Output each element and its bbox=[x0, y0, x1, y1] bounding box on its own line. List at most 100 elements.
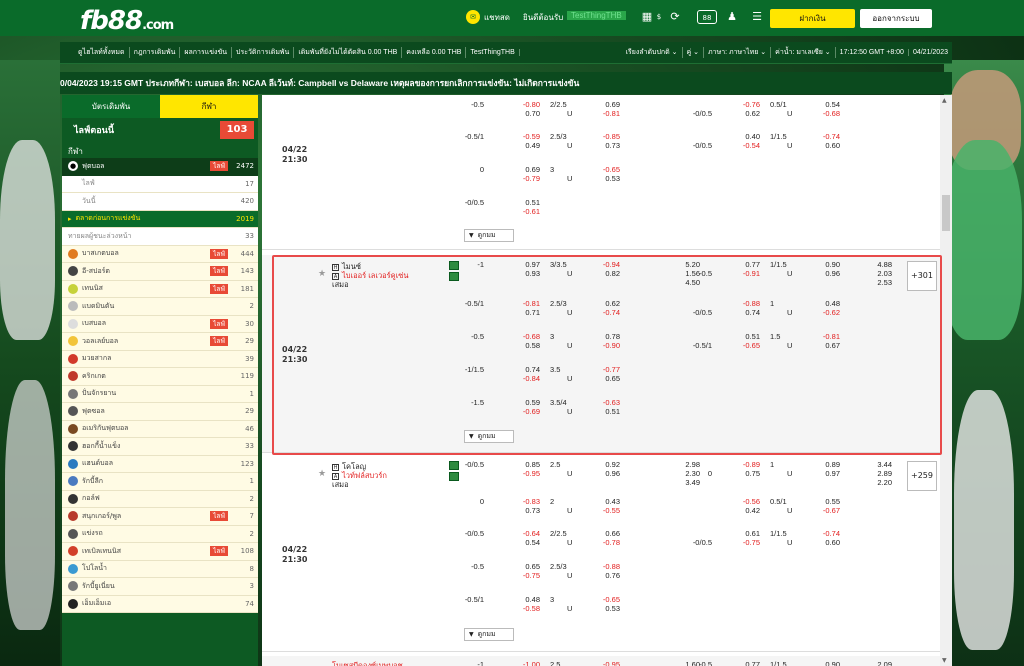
balance-icon[interactable]: $ bbox=[652, 10, 666, 24]
odds-home[interactable]: 0.69 bbox=[512, 165, 540, 174]
odds-away[interactable]: -0.95 bbox=[512, 469, 540, 478]
more-markets-button[interactable]: ▼ ดูกมม bbox=[464, 430, 514, 443]
odds-over[interactable]: -0.63 bbox=[592, 398, 620, 407]
odds-home[interactable]: -0.83 bbox=[512, 497, 540, 506]
half-odds-away[interactable]: -0.65 bbox=[732, 341, 760, 350]
live-now-row[interactable]: ไลฟ์ตอนนี้ 103 bbox=[62, 118, 258, 142]
tab-betslip[interactable]: บัตรเดิมพัน bbox=[62, 95, 160, 118]
sidebar-item-sport[interactable]: เบสบอล ไลฟ์ 30 bbox=[62, 315, 258, 333]
odds-away[interactable]: 0.54 bbox=[512, 538, 540, 547]
odds-over[interactable]: -0.85 bbox=[592, 132, 620, 141]
sidebar-item-sport[interactable]: แฮนด์บอล 123 bbox=[62, 455, 258, 473]
site-logo[interactable]: fb88.com bbox=[80, 6, 174, 36]
odds-1x2[interactable]: 4.88 bbox=[864, 260, 892, 269]
sidebar-item-sport[interactable]: เทนนิส ไลฟ์ 181 bbox=[62, 280, 258, 298]
odds-1x2[interactable]: 1.56 bbox=[672, 269, 700, 278]
odds-home[interactable]: 0.85 bbox=[512, 460, 540, 469]
odds-under[interactable]: 0.53 bbox=[592, 604, 620, 613]
odds-format-dropdown[interactable]: ค่าน้ำ: มาเลเซีย ⌄ bbox=[771, 47, 836, 58]
odds-away[interactable]: -0.69 bbox=[512, 407, 540, 416]
odds-home[interactable]: -0.59 bbox=[512, 132, 540, 141]
odds-under[interactable]: 0.65 bbox=[592, 374, 620, 383]
odds-under[interactable]: 0.96 bbox=[592, 469, 620, 478]
odds-over[interactable]: -0.95 bbox=[592, 660, 620, 666]
sidebar-item-sport[interactable]: คริกเกต 119 bbox=[62, 368, 258, 386]
chat-icon[interactable]: ✉ bbox=[466, 10, 480, 24]
odds-home[interactable]: 0.65 bbox=[512, 562, 540, 571]
half-odds-away[interactable]: 0.62 bbox=[732, 109, 760, 118]
sidebar-item-outright[interactable]: ทายผลผู้ชนะล่วงหน้า 33 bbox=[62, 228, 258, 246]
half-odds-home[interactable]: -0.76 bbox=[732, 100, 760, 109]
sidebar-item-sport[interactable]: แข่งรถ 2 bbox=[62, 525, 258, 543]
half-odds-over[interactable]: 0.89 bbox=[812, 460, 840, 469]
sidebar-item-football-today[interactable]: วันนี้ 420 bbox=[62, 193, 258, 211]
odds-away[interactable]: -0.84 bbox=[512, 374, 540, 383]
half-odds-over[interactable]: 0.48 bbox=[812, 299, 840, 308]
nav-bet-history[interactable]: ประวัติการเดิมพัน bbox=[232, 47, 295, 58]
odds-under[interactable]: -0.81 bbox=[592, 109, 620, 118]
half-odds-away[interactable]: -0.91 bbox=[732, 269, 760, 278]
odds-over[interactable]: 0.62 bbox=[592, 299, 620, 308]
odds-1x2[interactable]: 2.98 bbox=[672, 460, 700, 469]
half-odds-under[interactable]: 0.60 bbox=[812, 141, 840, 150]
sidebar-item-sport[interactable]: บาสเกตบอล ไลฟ์ 444 bbox=[62, 245, 258, 263]
odds-1x2[interactable]: 5.20 bbox=[672, 260, 700, 269]
sidebar-item-sport[interactable]: กอล์ฟ 2 bbox=[62, 490, 258, 508]
odds-away[interactable]: 0.58 bbox=[512, 341, 540, 350]
live-tracker-icon[interactable] bbox=[449, 272, 459, 281]
scroll-up-icon[interactable]: ▲ bbox=[942, 97, 947, 104]
odds-under[interactable]: 0.51 bbox=[592, 407, 620, 416]
half-odds-under[interactable]: 0.67 bbox=[812, 341, 840, 350]
sidebar-item-sport[interactable]: เอ็มเอ็มเอ 74 bbox=[62, 595, 258, 613]
half-odds-under[interactable]: -0.67 bbox=[812, 506, 840, 515]
half-odds-over[interactable]: -0.74 bbox=[812, 529, 840, 538]
half-odds-under[interactable]: 0.97 bbox=[812, 469, 840, 478]
nav-pending-bets[interactable]: เดิมพันที่ยังไม่ได้ตัดสิน 0.00 THB bbox=[294, 47, 403, 58]
odds-over[interactable]: -0.88 bbox=[592, 562, 620, 571]
half-odds-over[interactable]: 0.55 bbox=[812, 497, 840, 506]
odds-home[interactable]: -1.00 bbox=[512, 660, 540, 666]
chat-link[interactable]: แชทสด bbox=[484, 11, 510, 24]
odds-over[interactable]: 0.69 bbox=[592, 100, 620, 109]
odds-1x2[interactable]: 2.09 bbox=[864, 660, 892, 666]
sidebar-item-sport[interactable]: รักบี้ยูเนี่ยน 3 bbox=[62, 578, 258, 596]
half-odds-over[interactable]: 0.90 bbox=[812, 260, 840, 269]
odds-over[interactable]: 0.92 bbox=[592, 460, 620, 469]
half-odds-under[interactable]: -0.68 bbox=[812, 109, 840, 118]
more-markets-button[interactable]: ▼ ดูกมม bbox=[464, 628, 514, 641]
odds-away[interactable]: 0.49 bbox=[512, 141, 540, 150]
odds-home[interactable]: -0.68 bbox=[512, 332, 540, 341]
odds-home[interactable]: -0.81 bbox=[512, 299, 540, 308]
tab-sports[interactable]: กีฬา bbox=[160, 95, 258, 118]
favorite-star-icon[interactable]: ★ bbox=[318, 469, 326, 479]
sidebar-item-sport[interactable]: ฟุตซอล 29 bbox=[62, 403, 258, 421]
odds-under[interactable]: -0.74 bbox=[592, 308, 620, 317]
sidebar-item-sport[interactable]: อี-สปอร์ต ไลฟ์ 143 bbox=[62, 263, 258, 281]
promo-icon[interactable]: 88 bbox=[697, 10, 717, 24]
odds-home[interactable]: 0.74 bbox=[512, 365, 540, 374]
half-odds-over[interactable]: 0.54 bbox=[812, 100, 840, 109]
half-odds-home[interactable]: 0.61 bbox=[732, 529, 760, 538]
more-markets-button[interactable]: ▼ ดูกมม bbox=[464, 229, 514, 242]
half-odds-over[interactable]: -0.74 bbox=[812, 132, 840, 141]
half-odds-away[interactable]: -0.75 bbox=[732, 538, 760, 547]
odds-over[interactable]: -0.94 bbox=[592, 260, 620, 269]
odds-away[interactable]: -0.61 bbox=[512, 207, 540, 216]
odds-away[interactable]: 0.71 bbox=[512, 308, 540, 317]
refresh-icon[interactable]: ⟳ bbox=[668, 10, 682, 24]
language-dropdown[interactable]: ภาษา: ภาษาไทย ⌄ bbox=[704, 47, 772, 58]
odds-under[interactable]: -0.90 bbox=[592, 341, 620, 350]
odds-away[interactable]: -0.79 bbox=[512, 174, 540, 183]
odds-1x2[interactable]: 2.20 bbox=[864, 478, 892, 487]
more-bets-button[interactable]: +259 bbox=[907, 461, 937, 491]
odds-home[interactable]: 0.59 bbox=[512, 398, 540, 407]
odds-under[interactable]: 0.76 bbox=[592, 571, 620, 580]
half-odds-away[interactable]: 0.42 bbox=[732, 506, 760, 515]
sidebar-item-early-market[interactable]: ▸ ตลาดก่อนการแข่งขัน 2019 bbox=[62, 210, 258, 228]
odds-under[interactable]: -0.78 bbox=[592, 538, 620, 547]
sidebar-item-sport[interactable]: ฮอกกี้น้ำแข็ง 33 bbox=[62, 438, 258, 456]
scroll-down-icon[interactable]: ▼ bbox=[942, 657, 947, 664]
odds-over[interactable]: 0.78 bbox=[592, 332, 620, 341]
scrollbar[interactable]: ▲ ▼ bbox=[940, 95, 952, 666]
half-odds-away[interactable]: 0.74 bbox=[732, 308, 760, 317]
